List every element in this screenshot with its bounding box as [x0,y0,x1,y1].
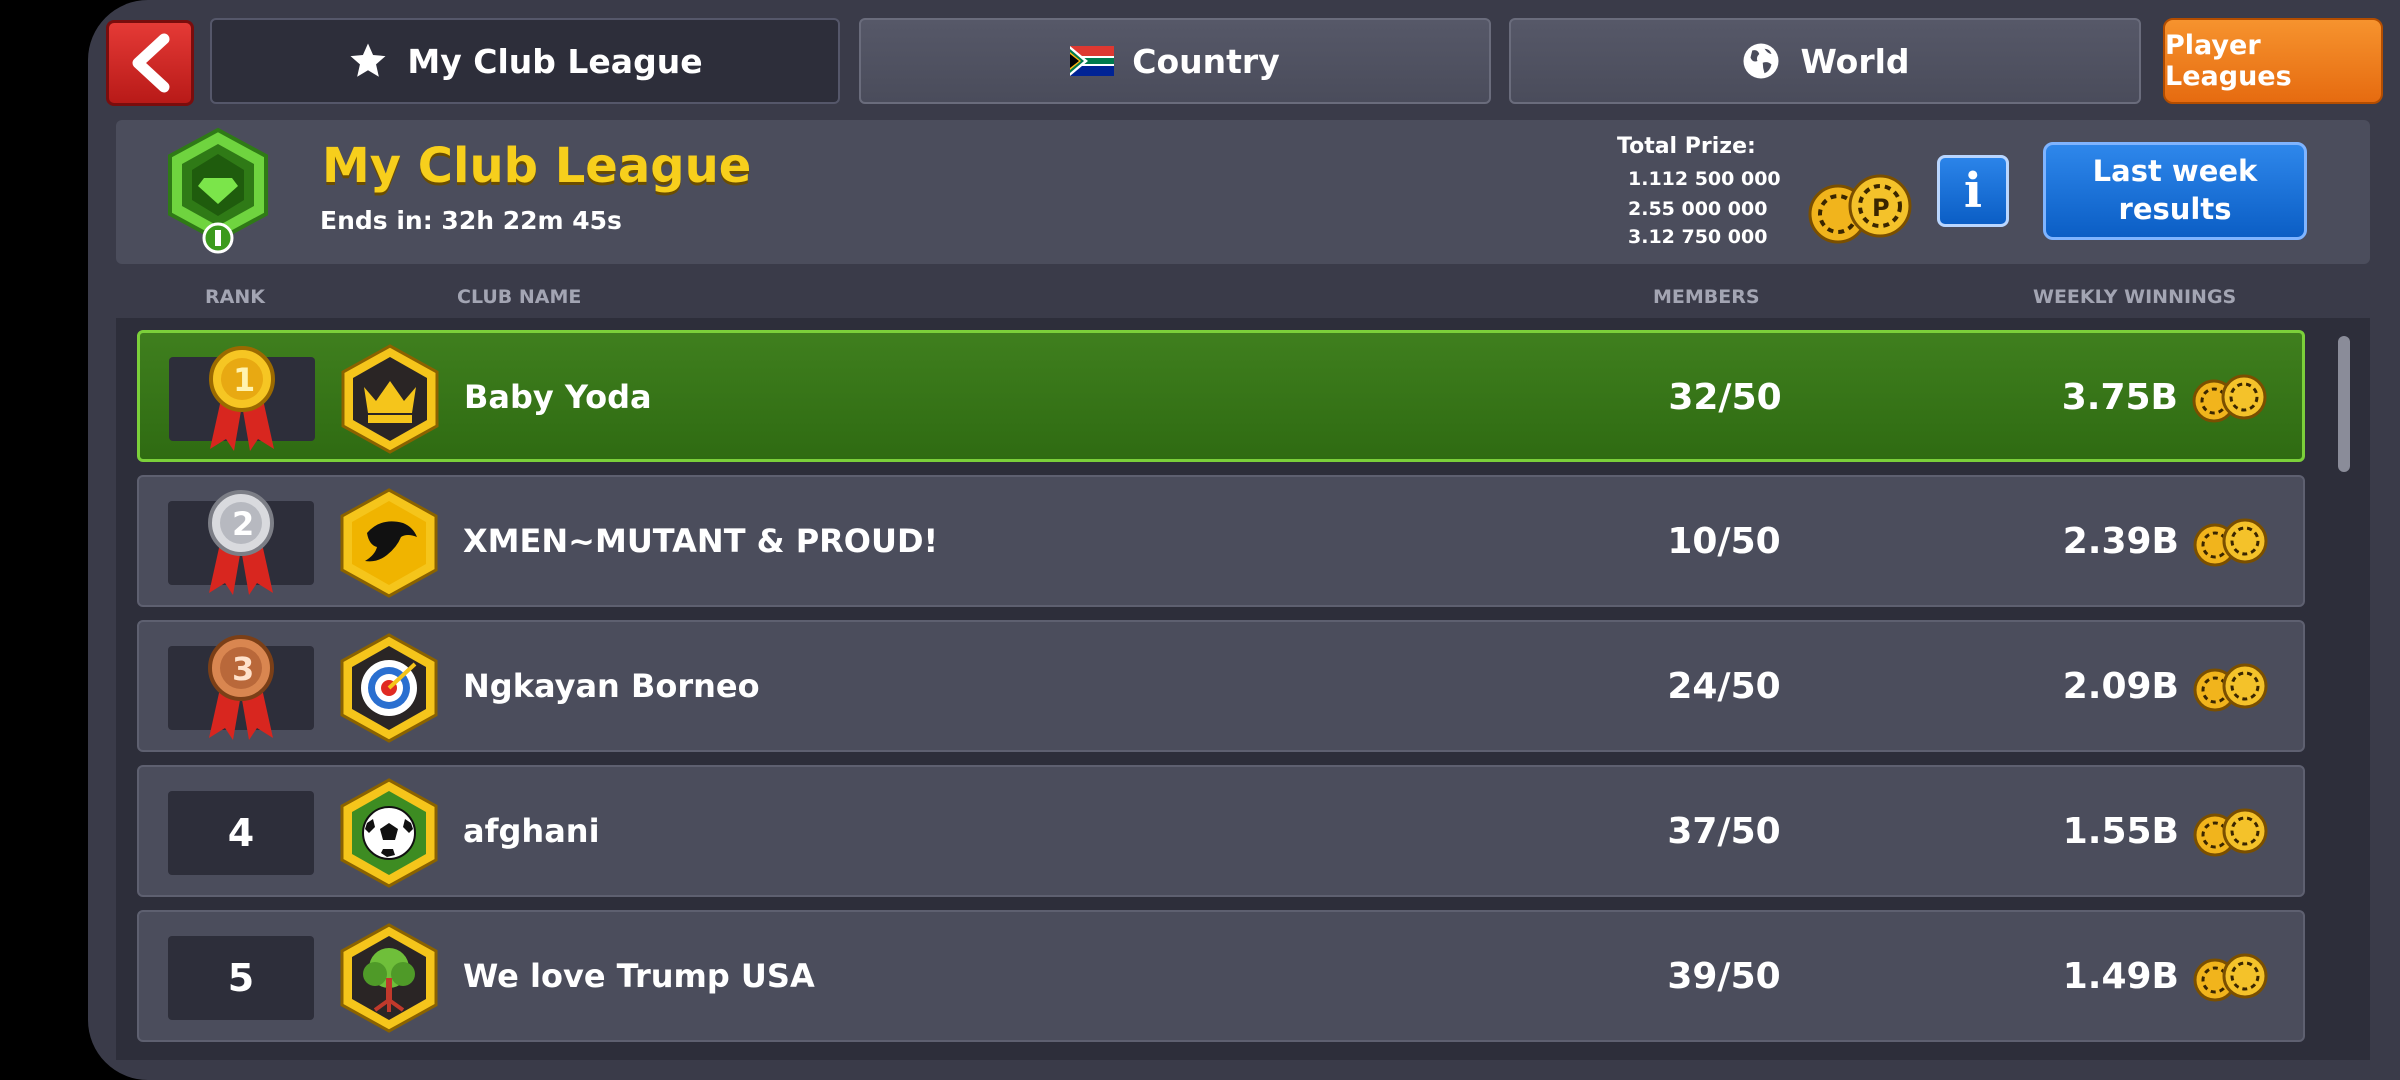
prize-line-3: 3.12 750 000 [1628,226,1768,248]
back-button[interactable] [106,20,194,106]
club-name: XMEN~MUTANT & PROUD! [463,522,939,560]
column-header-rank: RANK [205,286,265,308]
column-header-members: MEMBERS [1653,286,1760,308]
club-name: Baby Yoda [464,378,652,416]
soccer-ball-icon [340,778,438,888]
silver-medal-icon: 2 [208,490,274,595]
club-name: We love Trump USA [463,957,815,995]
svg-text:1: 1 [233,361,255,399]
tab-label: World [1800,41,1910,81]
eagle-icon [340,488,438,598]
weekly-winnings: 3.75B [2061,377,2178,418]
members-count: 10/50 [1667,521,1781,562]
column-header-club-name: CLUB NAME [457,286,582,308]
members-count: 37/50 [1667,811,1781,852]
info-icon: i [1963,163,1983,219]
coin-stack-icon [2193,518,2268,567]
table-row[interactable]: 4 afghani 37/50 1.55B [137,765,2305,897]
svg-text:P: P [1872,194,1890,222]
svg-text:2: 2 [232,505,254,543]
league-emblem-icon [168,127,268,254]
list-scrollbar[interactable] [2338,336,2350,472]
table-row[interactable]: 3 Ngkayan Borneo 24/50 2.09B [137,620,2305,752]
south-africa-flag-icon [1070,46,1115,76]
rank-cell: 5 [168,936,314,1020]
globe-icon [1743,43,1779,79]
prize-line-1: 1.112 500 000 [1628,168,1781,190]
tab-world[interactable]: World [1509,18,2141,104]
column-header-weekly-winnings: WEEKLY WINNINGS [2033,286,2237,308]
weekly-winnings: 1.55B [2062,811,2179,852]
player-leagues-button[interactable]: Player Leagues [2163,18,2383,104]
prize-line-2: 2.55 000 000 [1628,198,1768,220]
ends-in-timer: Ends in: 32h 22m 45s [320,206,622,235]
coin-stack-icon [2193,663,2268,712]
chevron-left-icon [132,33,170,93]
coin-stack-icon [2192,374,2267,423]
coin-stack-icon [2193,953,2268,1002]
last-week-results-button[interactable]: Last week results [2043,142,2307,240]
info-button[interactable]: i [1937,155,2009,227]
page-title: My Club League [322,138,752,194]
svg-text:3: 3 [232,650,254,688]
tree-icon [340,923,438,1033]
table-row[interactable]: 2 XMEN~MUTANT & PROUD! 10/50 2.39B [137,475,2305,607]
rank-cell: 4 [168,791,314,875]
members-count: 24/50 [1667,666,1781,707]
members-count: 39/50 [1667,956,1781,997]
bronze-medal-icon: 3 [208,635,274,740]
tab-country[interactable]: Country [859,18,1491,104]
crown-icon [341,344,439,454]
tab-my-club-league[interactable]: My Club League [210,18,840,104]
star-icon [350,43,386,77]
weekly-winnings: 2.09B [2062,666,2179,707]
target-icon [340,633,438,743]
table-row[interactable]: 1 Baby Yoda 32/50 3.75B [137,330,2305,462]
weekly-winnings: 1.49B [2062,956,2179,997]
table-row[interactable]: 5 We love Trump USA 39/50 1.49B [137,910,2305,1042]
gold-medal-icon: 1 [209,346,275,451]
tab-label: Country [1132,41,1280,81]
tab-label: My Club League [407,41,703,81]
last-week-results-label: Last week results [2092,154,2258,226]
club-name: Ngkayan Borneo [463,667,760,705]
members-count: 32/50 [1668,377,1782,418]
coin-stack-icon [2193,808,2268,857]
coin-stack-icon: P [1808,174,1912,244]
weekly-winnings: 2.39B [2062,521,2179,562]
total-prize-label: Total Prize: [1617,134,1756,159]
player-leagues-label: Player Leagues [2165,30,2292,92]
club-name: afghani [463,812,600,850]
